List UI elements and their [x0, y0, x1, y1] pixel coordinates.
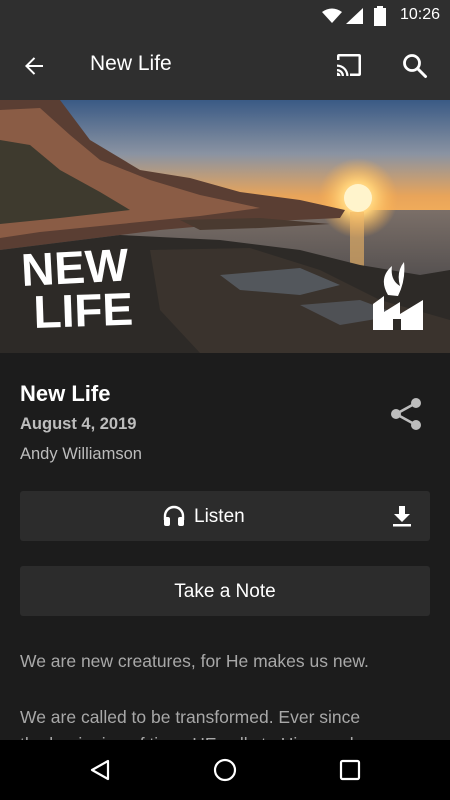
status-time: 10:26 — [399, 6, 440, 23]
home-nav-icon[interactable] — [213, 758, 237, 782]
status-bar: 10:26 — [0, 0, 450, 32]
take-note-button[interactable]: Take a Note — [20, 566, 430, 616]
hero-title-line2: LIFE — [33, 283, 134, 338]
sermon-date: August 4, 2019 — [20, 415, 137, 433]
listen-button[interactable]: Listen — [20, 491, 430, 541]
system-navigation-bar — [0, 740, 450, 800]
wifi-icon — [322, 8, 342, 23]
cast-icon[interactable] — [334, 52, 364, 78]
sermon-details: New Life August 4, 2019 Andy Williamson … — [0, 353, 450, 740]
page-title: New Life — [90, 52, 172, 75]
sermon-speaker: Andy Williamson — [20, 445, 142, 463]
back-nav-icon[interactable] — [88, 758, 112, 782]
sermon-title: New Life — [20, 381, 111, 406]
recents-nav-icon[interactable] — [339, 759, 361, 781]
search-icon[interactable] — [402, 53, 428, 79]
take-note-label: Take a Note — [174, 581, 276, 602]
description-paragraph-2-line-1: We are called to be transformed. Ever si… — [20, 707, 361, 727]
back-arrow-icon[interactable] — [22, 54, 46, 78]
signal-icon — [346, 8, 363, 24]
description-paragraph-2-line-2: the beginning of time, HE calls to His p… — [20, 731, 430, 740]
listen-label: Listen — [194, 506, 245, 527]
description-paragraph-1: We are new creatures, for He makes us ne… — [20, 651, 369, 671]
app-bar: New Life — [0, 32, 450, 100]
share-icon[interactable] — [390, 397, 424, 431]
sunset-coast-image: NEW LIFE — [0, 100, 450, 353]
download-icon[interactable] — [390, 504, 414, 528]
battery-icon — [374, 6, 386, 26]
headphones-icon — [163, 505, 185, 526]
sermon-artwork: NEW LIFE — [0, 100, 450, 353]
